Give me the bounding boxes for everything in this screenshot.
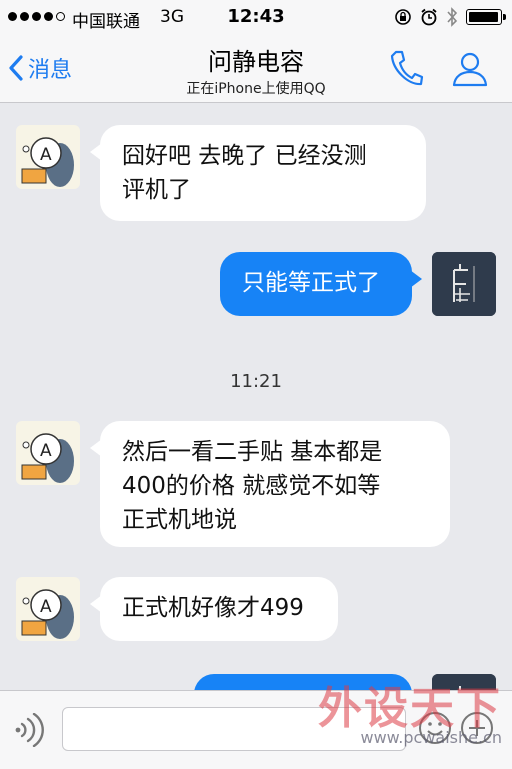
message-text: 只能等正式了 [242,270,380,296]
svg-text:A: A [40,441,52,461]
voice-icon [15,712,44,748]
call-button[interactable] [388,48,424,92]
my-avatar[interactable] [432,252,496,316]
message-bubble-incoming[interactable]: 正式机好像才499 [90,577,338,641]
message-timestamp: 11:21 [230,371,282,392]
navigation-bar: 消息 问静电容 正在iPhone上使用QQ [0,36,512,103]
voice-button[interactable] [14,712,46,751]
chat-title: 问静电容 [208,48,304,76]
input-bar [0,690,512,769]
message-bubble-outgoing[interactable]: 只能等正式了 [220,252,422,316]
contact-avatar[interactable]: A [16,421,80,485]
message-input[interactable] [62,707,406,751]
emoji-button[interactable] [418,711,452,749]
contact-avatar[interactable]: A [16,577,80,641]
rotation-lock-icon [395,9,411,25]
profile-button[interactable] [450,48,490,92]
contact-avatar[interactable]: A [16,125,80,189]
svg-text:A: A [40,597,52,617]
emoji-icon [419,712,451,744]
battery-icon [466,9,506,25]
message-bubble-incoming[interactable]: 囧好吧 去晚了 已经没测 评机了 [90,125,426,221]
my-avatar[interactable] [432,674,496,690]
message-text: 然后一看二手贴 基本都是 400的价格 就感觉不如等 正式机地说 [122,439,383,533]
message-text: 囧好吧 去晚了 已经没测 评机了 [122,143,367,203]
phone-icon [390,50,424,86]
alarm-icon [421,8,437,26]
plus-icon [461,712,493,744]
more-button[interactable] [460,711,494,749]
status-bar: 中国联通 3G 12:43 [0,0,512,36]
message-list[interactable]: A 囧好吧 去晚了 已经没测 评机了 只能等正式了 11:21 A 然后一看二手… [0,103,512,690]
bluetooth-icon [447,7,458,27]
message-bubble-outgoing[interactable] [194,674,412,690]
svg-text:A: A [40,145,52,165]
message-bubble-incoming[interactable]: 然后一看二手贴 基本都是 400的价格 就感觉不如等 正式机地说 [90,421,450,547]
profile-icon [452,52,488,87]
message-text: 正式机好像才499 [122,595,304,621]
chat-subtitle: 正在iPhone上使用QQ [186,81,326,97]
